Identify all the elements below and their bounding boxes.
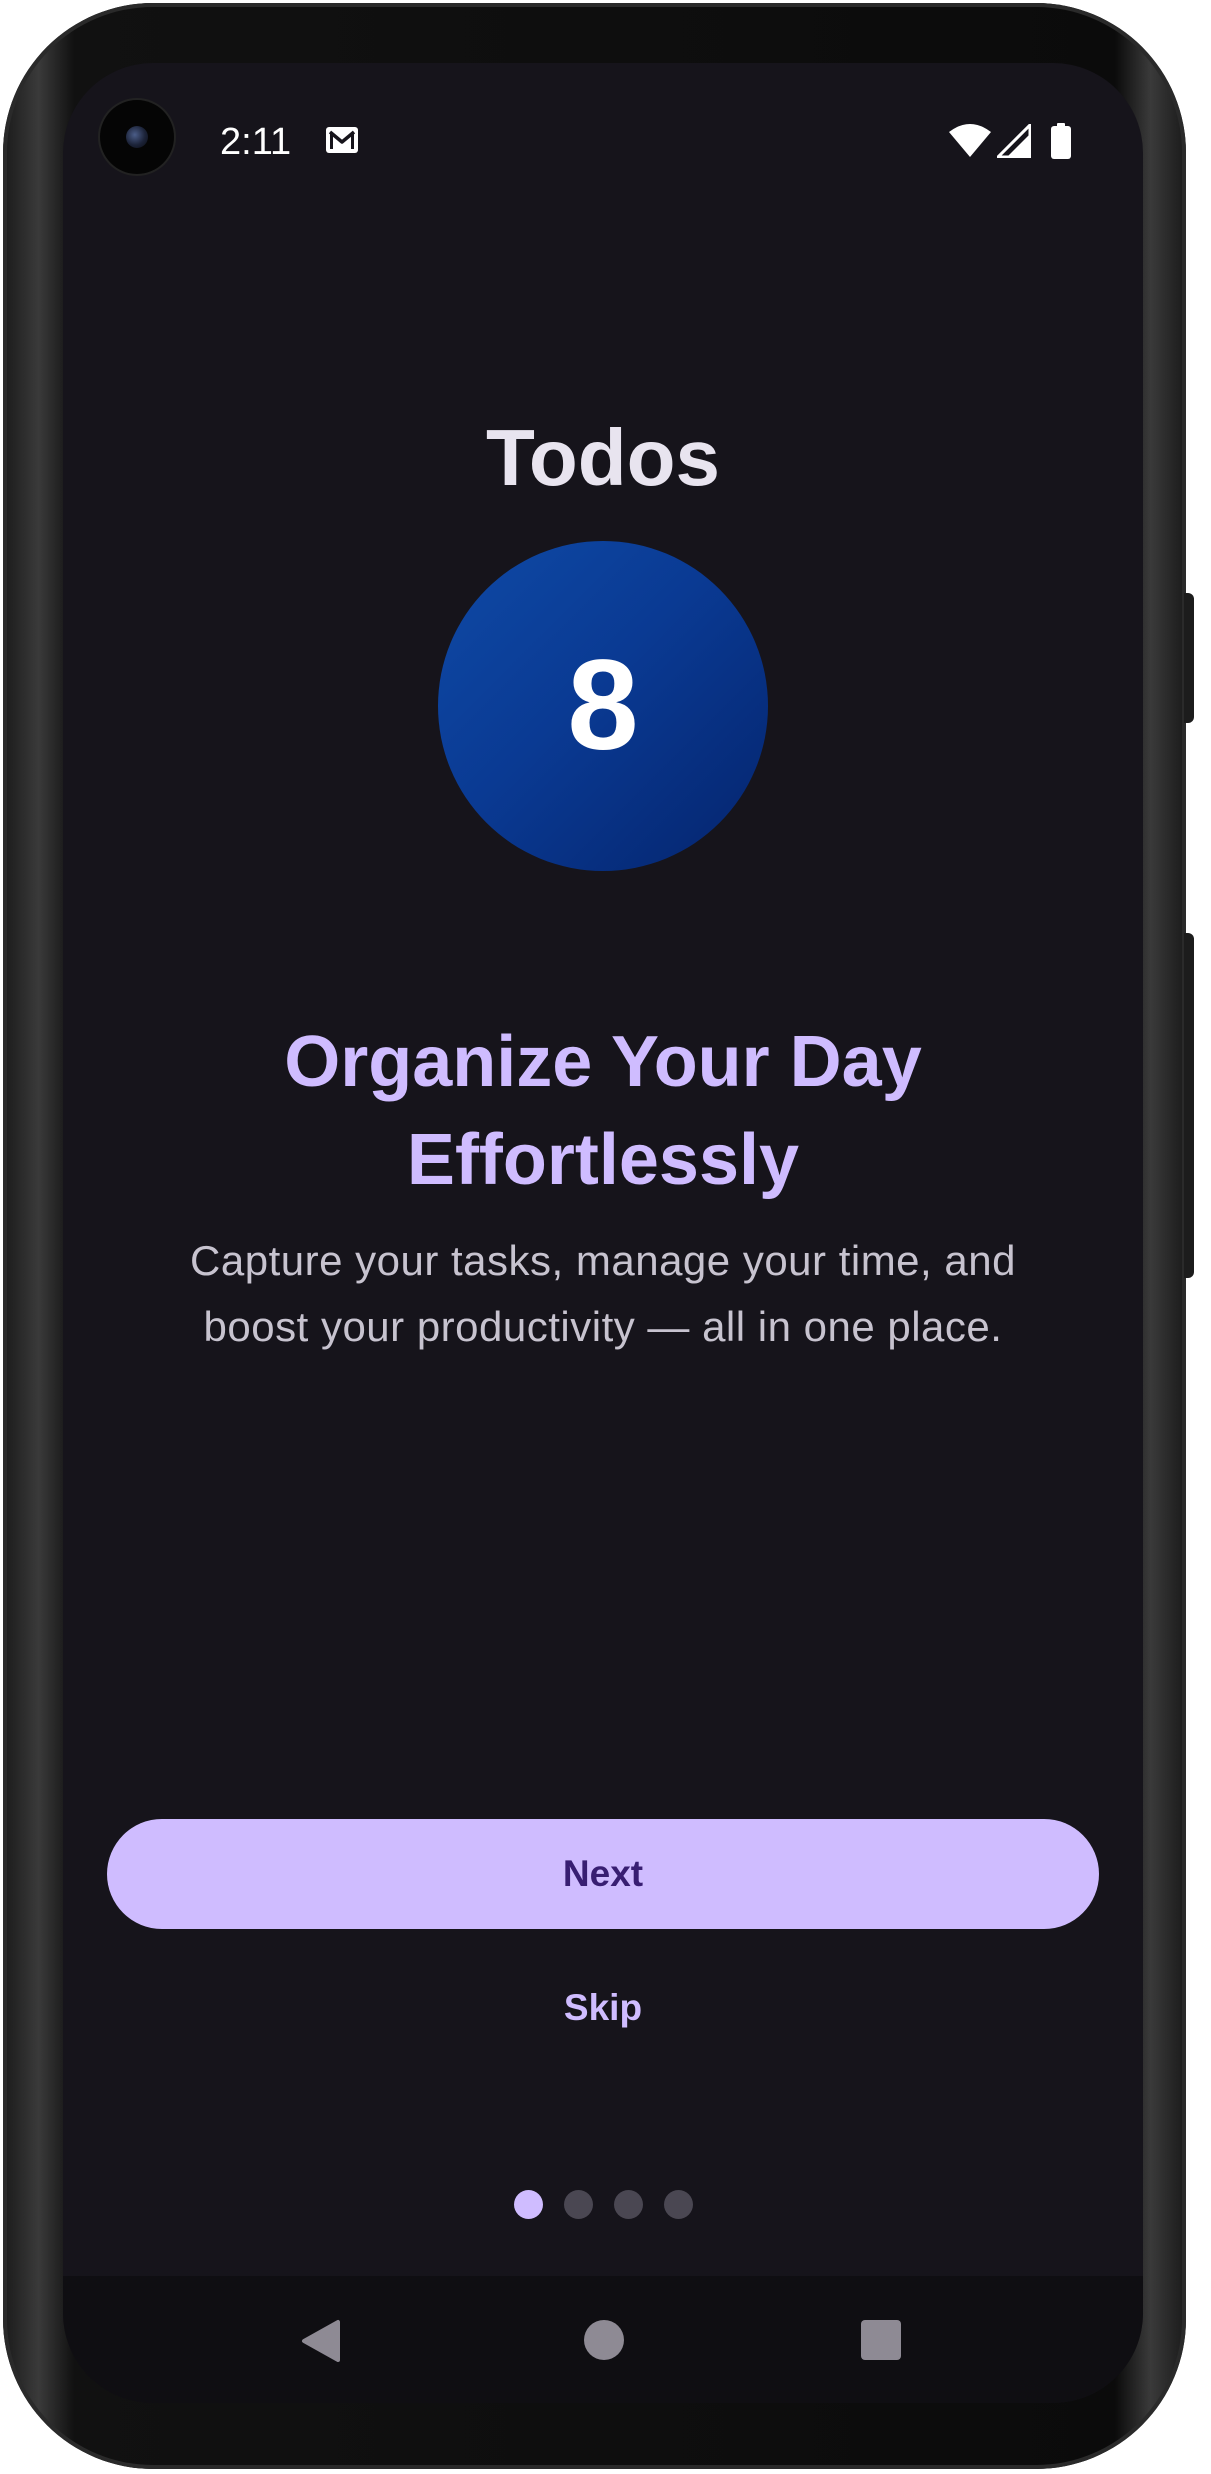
app-screen: 2:11 Todos 8 Organize Your Day Effortles… [63,63,1143,2403]
mail-icon [325,126,359,154]
wifi-icon [949,123,991,163]
page-dot-3 [613,2190,643,2219]
page-indicator [63,2190,1143,2220]
volume-buttons [1184,933,1194,1278]
recents-icon[interactable] [861,2320,901,2360]
back-icon[interactable] [298,2316,348,2366]
status-icons [949,122,1071,164]
cellular-signal-icon [996,123,1032,163]
onboarding-description: Capture your tasks, manage your time, an… [190,1237,1016,1350]
skip-button[interactable]: Skip [503,1963,703,2053]
task-count-value: 8 [567,634,639,777]
battery-icon [1051,122,1071,164]
onboarding-headline: Organize Your Day Effortlessly [284,1022,922,1200]
phone-frame: 2:11 Todos 8 Organize Your Day Effortles… [3,3,1194,2469]
front-camera-icon [100,100,174,174]
task-count-badge: 8 [438,541,768,871]
app-title: Todos [485,413,721,502]
status-time: 2:11 [220,121,292,163]
system-navigation-bar [63,2276,1143,2403]
page-dot-1 [513,2190,543,2219]
home-icon[interactable] [584,2320,624,2360]
page-dot-2 [563,2190,593,2219]
page-dot-4 [663,2190,693,2219]
power-button [1184,593,1194,723]
next-button[interactable]: Next [107,1819,1099,1929]
